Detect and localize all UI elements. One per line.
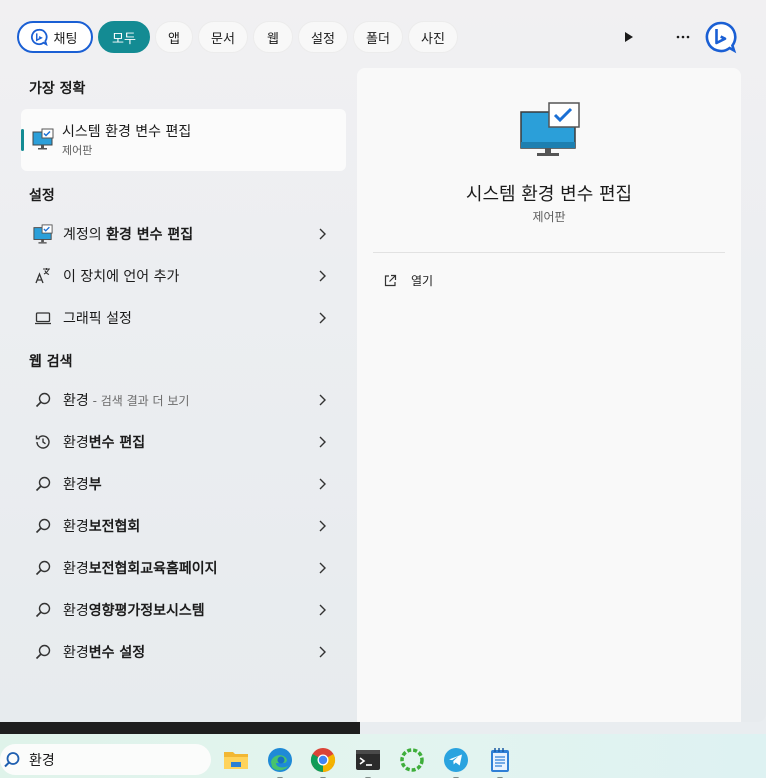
preview-subtitle: 제어판 — [532, 210, 566, 224]
edge-browser-icon[interactable] — [266, 746, 294, 778]
chevron-right-icon — [319, 436, 326, 448]
web-result-item[interactable]: 환경변수 설정 — [21, 633, 346, 671]
search-icon — [35, 518, 51, 534]
system-properties-icon — [520, 102, 580, 156]
chevron-right-icon — [319, 394, 326, 406]
best-match-item[interactable]: 시스템 환경 변수 편집 제어판 — [21, 109, 346, 171]
preview-title: 시스템 환경 변수 편집 — [465, 184, 633, 205]
web-result-label: 환경보전협회 — [63, 519, 141, 535]
settings-item-label: 계정의 환경 변수 편집 — [63, 227, 194, 243]
start-search-panel: 채팅 모두 앱 문서 웹 설정 폴더 사진 가장 정확 시스템 환경 변수 편집… — [0, 0, 766, 722]
taskbar-search-value: 환경 — [29, 752, 55, 769]
web-search-heading: 웹 검색 — [29, 354, 73, 370]
best-match-title: 시스템 환경 변수 편집 — [62, 124, 192, 140]
search-icon — [35, 560, 51, 576]
taskbar-search-box[interactable]: 환경 — [0, 744, 211, 775]
open-label: 열기 — [411, 274, 434, 288]
settings-item-add-language[interactable]: 이 장치에 언어 추가 — [21, 257, 346, 295]
best-match-subtitle: 제어판 — [62, 144, 93, 157]
more-options-icon[interactable] — [668, 22, 698, 52]
chevron-right-icon — [319, 562, 326, 574]
selection-indicator — [21, 129, 24, 151]
web-result-label: 환경부 — [63, 477, 102, 493]
web-result-label: 환경변수 편집 — [63, 435, 146, 451]
search-icon — [35, 644, 51, 660]
chevron-right-icon — [319, 270, 326, 282]
app-ring-icon[interactable] — [398, 746, 426, 774]
settings-item-account-env-vars[interactable]: 계정의 환경 변수 편집 — [21, 215, 346, 253]
web-result-see-more[interactable]: 환경 - 검색 결과 더 보기 — [21, 381, 346, 419]
web-result-item[interactable]: 환경보전협회 — [21, 507, 346, 545]
telegram-icon[interactable] — [442, 746, 470, 778]
folders-filter-button[interactable]: 폴더 — [353, 21, 403, 53]
bing-chat-icon — [30, 28, 48, 46]
laptop-icon — [35, 312, 51, 325]
taskbar: 환경 — [0, 734, 766, 778]
terminal-icon[interactable] — [354, 746, 382, 778]
web-filter-button[interactable]: 웹 — [253, 21, 293, 53]
chevron-right-icon — [319, 520, 326, 532]
web-result-item[interactable]: 환경변수 편집 — [21, 423, 346, 461]
open-external-icon — [384, 274, 397, 286]
web-result-label: 환경 - 검색 결과 더 보기 — [63, 393, 190, 409]
open-action[interactable]: 열기 — [383, 272, 433, 289]
system-properties-icon — [33, 224, 53, 244]
settings-filter-button[interactable]: 설정 — [298, 21, 348, 53]
web-result-label: 환경변수 설정 — [63, 645, 146, 661]
chevron-right-icon — [319, 478, 326, 490]
bing-icon[interactable] — [704, 20, 738, 54]
web-result-item[interactable]: 환경영향평가정보시스템 — [21, 591, 346, 629]
search-icon — [4, 751, 20, 767]
apps-filter-button[interactable]: 앱 — [155, 21, 193, 53]
more-filters-play-icon[interactable] — [614, 22, 644, 52]
chrome-browser-icon[interactable] — [309, 746, 337, 778]
chat-filter-label: 채팅 — [53, 31, 78, 47]
all-filter-button[interactable]: 모두 — [98, 21, 150, 53]
filter-overflow-controls — [614, 20, 698, 54]
chat-filter-button[interactable]: 채팅 — [17, 21, 93, 53]
chevron-right-icon — [319, 604, 326, 616]
search-icon — [35, 392, 51, 408]
chevron-right-icon — [319, 312, 326, 324]
settings-item-label: 그래픽 설정 — [63, 311, 132, 327]
notepad-icon[interactable] — [486, 746, 514, 778]
filter-bar: 채팅 모두 앱 문서 웹 설정 폴더 사진 — [17, 20, 463, 54]
file-explorer-icon[interactable] — [222, 746, 250, 774]
photos-filter-button[interactable]: 사진 — [408, 21, 458, 53]
web-result-item[interactable]: 환경부 — [21, 465, 346, 503]
chevron-right-icon — [319, 228, 326, 240]
language-icon — [35, 268, 50, 284]
history-icon — [35, 435, 50, 449]
settings-heading: 설정 — [29, 188, 55, 204]
web-result-label: 환경보전협회교육홈페이지 — [63, 561, 218, 577]
search-icon — [35, 476, 51, 492]
window-edge-strip — [0, 722, 360, 734]
web-result-label: 환경영향평가정보시스템 — [63, 603, 205, 619]
best-match-heading: 가장 정확 — [29, 81, 86, 97]
search-icon — [35, 602, 51, 618]
divider — [373, 252, 725, 253]
web-result-item[interactable]: 환경보전협회교육홈페이지 — [21, 549, 346, 587]
documents-filter-button[interactable]: 문서 — [198, 21, 248, 53]
settings-item-graphics[interactable]: 그래픽 설정 — [21, 299, 346, 337]
settings-item-label: 이 장치에 언어 추가 — [63, 269, 180, 285]
preview-pane: 시스템 환경 변수 편집 제어판 열기 — [357, 68, 741, 722]
system-properties-icon — [32, 128, 54, 150]
chevron-right-icon — [319, 646, 326, 658]
